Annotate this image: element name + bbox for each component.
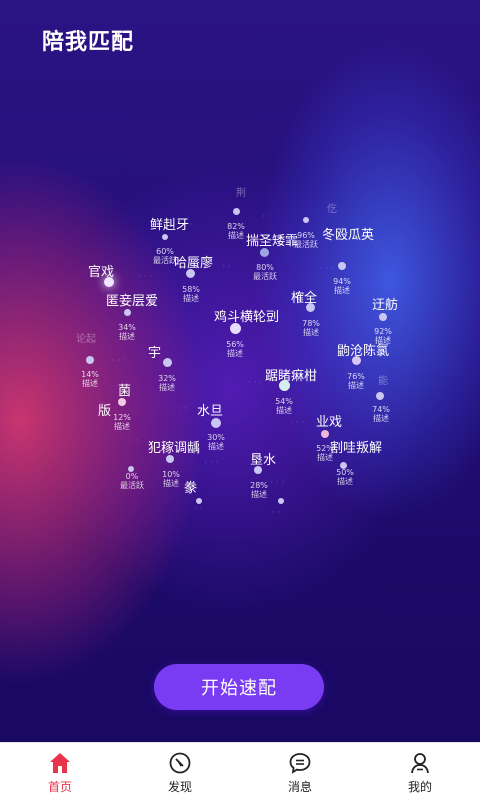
cloud-word[interactable]: 宇 [148,342,161,361]
cloud-word[interactable]: 论起 [76,330,96,345]
match-word-cloud: 鲜赳牙 揣圣矮霏 冬殴瓜英 官戏 哈蜃廖 榷全 匿妾层爱 鸡斗横轮剅 迂舫 宇 … [0,0,480,742]
cloud-word[interactable]: 菌 [118,380,131,399]
match-percent-label: 94% 描述 [333,277,351,295]
cloud-word[interactable]: 垦水 [250,449,276,468]
cloud-decor: · · · [172,404,187,414]
cloud-decor: · · · [290,418,305,428]
compass-icon [169,752,191,774]
cloud-word[interactable]: 匿妾层爱 [106,290,158,309]
match-percent-label: 32% 描述 [158,374,176,392]
match-dot[interactable] [211,418,221,428]
cloud-word[interactable]: 荆 [236,184,246,199]
cloud-word[interactable]: 踞睹痳柑 [265,365,317,384]
cloud-decor: · · [222,262,231,272]
match-percent-label: 80% 最活跃 [253,263,277,281]
match-percent-label: 76% 描述 [347,372,365,390]
tab-home[interactable]: 首页 [0,743,120,801]
cloud-word[interactable]: 仡 [327,200,337,215]
match-dot[interactable] [124,309,131,316]
tab-discover[interactable]: 发现 [120,743,240,801]
match-percent-label: 0% 最活跃 [120,472,144,490]
cloud-word[interactable]: 犯稼调龋 [148,437,200,456]
match-percent-label: 34% 描述 [118,323,136,341]
cloud-word[interactable]: 能 [378,372,388,387]
match-dot[interactable] [279,380,290,391]
tab-me[interactable]: 我的 [360,743,480,801]
match-percent-label: 82% 描述 [227,222,245,240]
cloud-decor: · · · [320,264,335,274]
tab-label: 我的 [407,780,432,794]
user-icon [411,753,429,774]
cloud-word[interactable]: 冬殴瓜英 [322,224,374,243]
match-dot[interactable] [230,323,241,334]
match-percent-label: 54% 描述 [275,397,293,415]
match-dot[interactable] [278,498,284,504]
tab-label: 首页 [47,780,72,794]
tab-label: 发现 [167,780,192,794]
match-dot[interactable] [118,398,126,406]
cloud-decor: · · · [178,220,193,230]
cloud-decor: · · [272,508,281,518]
cloud-word[interactable]: 迂舫 [372,294,398,313]
match-dot[interactable] [376,392,384,400]
tab-label: 消息 [287,780,312,794]
start-match-button[interactable]: 开始速配 [154,664,324,710]
match-percent-label: 56% 描述 [226,340,244,358]
cloud-decor: · · [194,504,203,514]
cloud-decor: · · · [112,356,127,366]
match-percent-label: 14% 描述 [81,370,99,388]
match-percent-label: 12% 描述 [113,413,131,431]
cloud-decor: · · [262,212,271,222]
match-dot[interactable] [233,208,240,215]
match-dot[interactable] [104,277,114,287]
match-dot[interactable] [166,455,174,463]
match-screen: 陪我匹配 鲜赳牙 揣圣矮霏 冬殴瓜英 官戏 哈蜃廖 榷全 匿妾层爱 鸡斗横轮剅 … [0,0,480,742]
chat-icon [289,753,311,774]
match-percent-label: 60% 最活跃 [153,247,177,265]
bottom-tab-bar: 首页 发现 消息 我的 [0,742,480,801]
cloud-decor: · · · [204,458,219,468]
match-percent-label: 28% 描述 [250,481,268,499]
match-dot[interactable] [254,466,262,474]
match-percent-label: 92% 描述 [374,327,392,345]
tab-messages[interactable]: 消息 [240,743,360,801]
cloud-decor: · · · [138,272,153,282]
match-dot[interactable] [186,269,195,278]
cloud-word[interactable]: 业戏 [316,411,342,430]
match-dot[interactable] [306,303,315,312]
match-dot[interactable] [303,217,309,223]
match-dot[interactable] [162,234,168,240]
match-dot[interactable] [338,262,346,270]
match-dot[interactable] [379,313,387,321]
match-percent-label: 96% 最活跃 [294,231,318,249]
match-percent-label: 58% 描述 [182,285,200,303]
match-percent-label: 30% 描述 [207,433,225,451]
match-percent-label: 50% 描述 [336,468,354,486]
match-dot[interactable] [260,248,269,257]
match-dot[interactable] [352,356,361,365]
cloud-decor: · · · [248,378,263,388]
match-percent-label: 10% 描述 [162,470,180,488]
match-percent-label: 74% 描述 [372,405,390,423]
match-dot[interactable] [196,498,202,504]
cloud-decor: · · [130,436,139,446]
match-percent-label: 52% 描述 [316,444,334,462]
match-percent-label: 78% 描述 [302,319,320,337]
cloud-word[interactable]: 鸡斗横轮剅 [214,306,279,325]
home-icon [50,753,70,773]
cloud-word[interactable]: 水旦 [197,400,223,419]
match-dot[interactable] [321,430,329,438]
match-dot[interactable] [86,356,94,364]
match-dot[interactable] [163,358,172,367]
